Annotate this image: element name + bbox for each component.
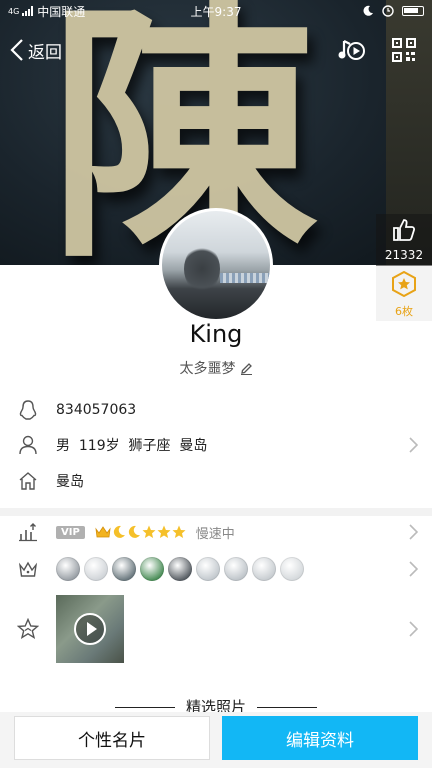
avatar-fence — [220, 273, 270, 283]
hometown: 曼岛 — [56, 474, 84, 490]
home-icon — [19, 472, 37, 490]
star-outline-icon — [17, 618, 39, 640]
video-row[interactable] — [0, 595, 432, 663]
chevron-right-icon — [409, 437, 418, 453]
star-badge-icon — [392, 270, 416, 298]
thumbs-up-icon — [393, 219, 416, 241]
level-up-icon — [19, 523, 37, 542]
diamond-live-medal-icon — [84, 557, 108, 581]
section-divider — [0, 508, 432, 516]
music-play-icon — [338, 40, 365, 60]
qr-code-icon — [392, 38, 416, 62]
star-level-icon — [157, 525, 171, 538]
penguin-medal-icon — [56, 557, 80, 581]
badge-button[interactable]: 6枚 — [376, 266, 432, 321]
qr-code-button[interactable] — [392, 38, 416, 62]
star-level-icon — [142, 525, 156, 538]
chevron-right-icon — [409, 621, 418, 637]
qq-number-row: 834057063 — [0, 396, 432, 424]
video-thumbnail[interactable] — [56, 595, 124, 663]
battery-icon — [402, 6, 424, 16]
person-icon — [19, 435, 37, 455]
play-icon — [74, 613, 106, 645]
like-count: 21332 — [384, 248, 424, 262]
personal-card-button[interactable]: 个性名片 — [14, 716, 210, 760]
hometown-row: 曼岛 — [0, 467, 432, 495]
personal-info-row[interactable]: 男 119岁 狮子座 曼岛 — [0, 431, 432, 459]
penguin-star-medal-icon — [112, 557, 136, 581]
penguin-gem-medal-icon — [140, 557, 164, 581]
medals-row[interactable] — [0, 554, 432, 584]
edit-profile-button[interactable]: 编辑资料 — [222, 716, 418, 760]
star-medal-icon — [252, 557, 276, 581]
crown-level-icon — [95, 526, 111, 538]
level-icons — [95, 525, 186, 539]
music-button[interactable] — [338, 37, 366, 63]
avatar-tree — [184, 245, 220, 293]
top-bar: 返回 — [0, 28, 432, 72]
chevron-right-icon — [409, 524, 418, 540]
diamond-medal-icon — [224, 557, 248, 581]
penguin-icon — [19, 400, 37, 420]
penguin-crown-medal-icon — [168, 557, 192, 581]
badge-count: 6枚 — [395, 305, 413, 318]
profile-name: King — [189, 320, 243, 348]
crown-icon — [18, 561, 38, 577]
featured-line-right — [256, 707, 317, 708]
like-button[interactable]: 21332 — [376, 214, 432, 266]
back-button[interactable]: 返回 — [10, 38, 62, 63]
back-label: 返回 — [28, 42, 62, 63]
star-level-icon — [172, 525, 186, 538]
status-bar: 4G 中国联通 上午9:37 — [0, 0, 432, 22]
qq-number: 834057063 — [56, 402, 137, 418]
featured-line-left — [115, 707, 176, 708]
top-actions — [338, 37, 416, 63]
moon-level-icon — [113, 525, 125, 538]
bottom-bar: 个性名片 编辑资料 — [0, 712, 432, 768]
vip-badge-medal-icon — [196, 557, 220, 581]
signature-text: 太多噩梦 — [179, 361, 236, 377]
pencil-icon — [240, 362, 252, 375]
vip-tag: VIP — [56, 525, 85, 539]
moon-level-icon — [128, 525, 140, 538]
speed-status: 慢速中 — [195, 526, 235, 542]
lightning-medal-icon — [280, 557, 304, 581]
signature-row[interactable]: 太多噩梦 — [0, 358, 432, 378]
level-row[interactable]: VIP 慢速中 — [0, 518, 432, 546]
avatar[interactable] — [159, 208, 273, 322]
personal-info: 男 119岁 狮子座 曼岛 — [56, 438, 208, 454]
chevron-right-icon — [409, 561, 418, 577]
chevron-left-icon — [10, 39, 23, 61]
clock: 上午9:37 — [190, 5, 242, 19]
medal-list — [56, 557, 304, 581]
